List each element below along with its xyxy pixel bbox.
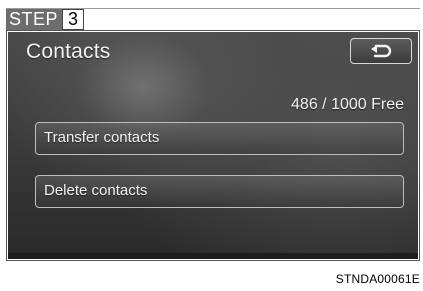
step-tag: STEP 3 — [6, 9, 85, 30]
memory-free-count: 486 / 1000 Free — [291, 96, 404, 113]
back-button[interactable] — [350, 38, 412, 64]
contacts-screen: Contacts 486 / 1000 Free Transfer contac… — [8, 32, 418, 259]
step-label: STEP — [6, 9, 63, 30]
back-arrow-icon — [371, 44, 392, 58]
transfer-contacts-button[interactable]: Transfer contacts — [35, 122, 404, 155]
figure-code: STNDA00061E — [335, 272, 420, 286]
page-title: Contacts — [26, 40, 111, 63]
screen-bottom-bar — [8, 253, 418, 259]
step-number: 3 — [62, 9, 85, 30]
delete-contacts-button[interactable]: Delete contacts — [35, 175, 404, 208]
